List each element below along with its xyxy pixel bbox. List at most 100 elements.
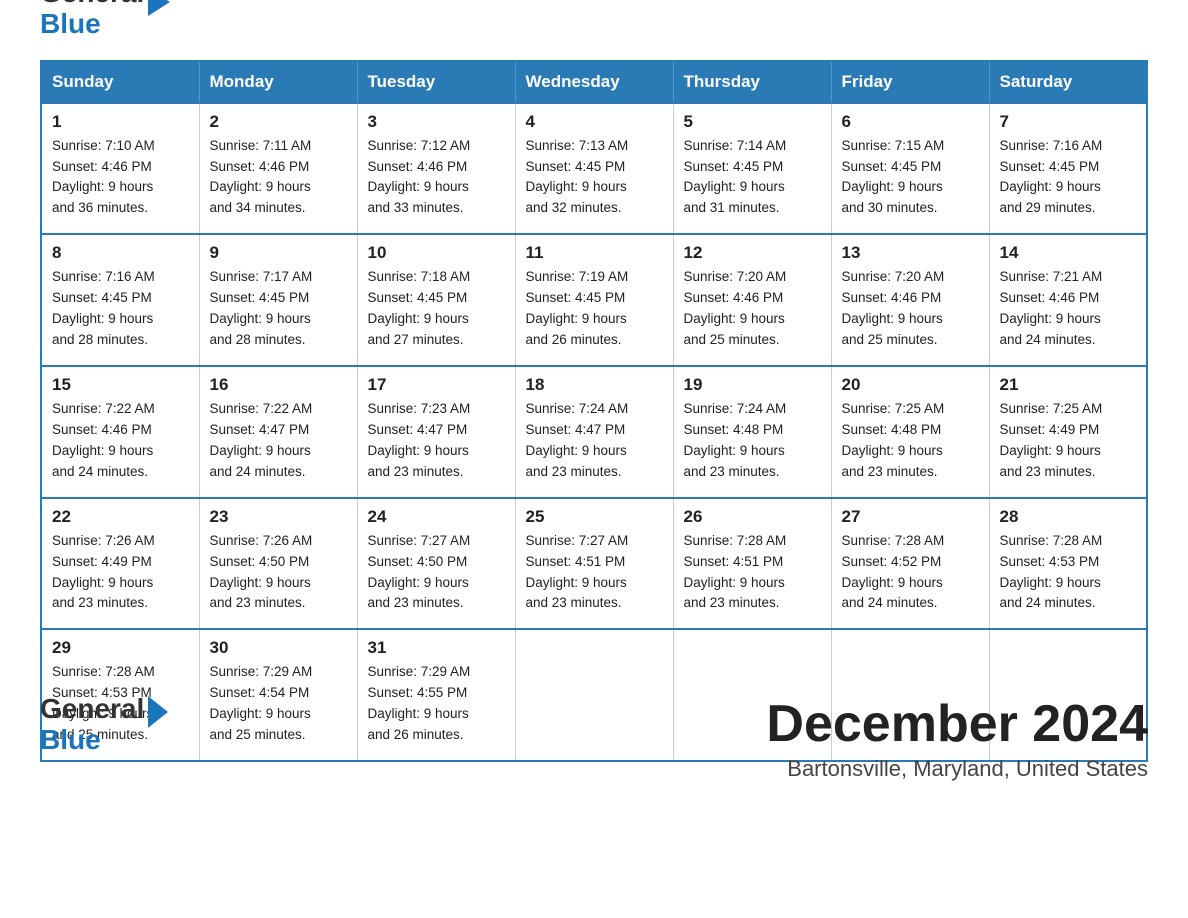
day-number: 14 (1000, 243, 1137, 263)
logo-flag-icon (148, 0, 170, 16)
day-info: Sunrise: 7:18 AMSunset: 4:45 PMDaylight:… (368, 267, 505, 351)
day-number: 25 (526, 507, 663, 527)
day-info: Sunrise: 7:26 AMSunset: 4:50 PMDaylight:… (210, 531, 347, 615)
day-info: Sunrise: 7:14 AMSunset: 4:45 PMDaylight:… (684, 136, 821, 220)
day-number: 12 (684, 243, 821, 263)
day-info: Sunrise: 7:21 AMSunset: 4:46 PMDaylight:… (1000, 267, 1137, 351)
day-info: Sunrise: 7:16 AMSunset: 4:45 PMDaylight:… (1000, 136, 1137, 220)
day-info: Sunrise: 7:13 AMSunset: 4:45 PMDaylight:… (526, 136, 663, 220)
day-info: Sunrise: 7:27 AMSunset: 4:51 PMDaylight:… (526, 531, 663, 615)
calendar-cell: 1 Sunrise: 7:10 AMSunset: 4:46 PMDayligh… (41, 103, 199, 235)
day-number: 1 (52, 112, 189, 132)
day-number: 24 (368, 507, 505, 527)
calendar-cell: 25 Sunrise: 7:27 AMSunset: 4:51 PMDaylig… (515, 498, 673, 630)
day-number: 6 (842, 112, 979, 132)
weekday-header-sunday: Sunday (41, 61, 199, 103)
calendar-cell: 3 Sunrise: 7:12 AMSunset: 4:46 PMDayligh… (357, 103, 515, 235)
day-number: 4 (526, 112, 663, 132)
calendar-cell: 9 Sunrise: 7:17 AMSunset: 4:45 PMDayligh… (199, 234, 357, 366)
calendar-cell: 11 Sunrise: 7:19 AMSunset: 4:45 PMDaylig… (515, 234, 673, 366)
calendar-cell: 2 Sunrise: 7:11 AMSunset: 4:46 PMDayligh… (199, 103, 357, 235)
day-info: Sunrise: 7:20 AMSunset: 4:46 PMDaylight:… (684, 267, 821, 351)
day-number: 11 (526, 243, 663, 263)
calendar-cell: 15 Sunrise: 7:22 AMSunset: 4:46 PMDaylig… (41, 366, 199, 498)
day-number: 26 (684, 507, 821, 527)
logo-blue: Blue (40, 725, 144, 756)
calendar-cell: 23 Sunrise: 7:26 AMSunset: 4:50 PMDaylig… (199, 498, 357, 630)
calendar-cell: 13 Sunrise: 7:20 AMSunset: 4:46 PMDaylig… (831, 234, 989, 366)
day-number: 17 (368, 375, 505, 395)
calendar-cell: 19 Sunrise: 7:24 AMSunset: 4:48 PMDaylig… (673, 366, 831, 498)
calendar-cell: 28 Sunrise: 7:28 AMSunset: 4:53 PMDaylig… (989, 498, 1147, 630)
day-info: Sunrise: 7:28 AMSunset: 4:53 PMDaylight:… (1000, 531, 1137, 615)
calendar-cell: 24 Sunrise: 7:27 AMSunset: 4:50 PMDaylig… (357, 498, 515, 630)
calendar-cell: 21 Sunrise: 7:25 AMSunset: 4:49 PMDaylig… (989, 366, 1147, 498)
day-info: Sunrise: 7:23 AMSunset: 4:47 PMDaylight:… (368, 399, 505, 483)
day-number: 22 (52, 507, 189, 527)
day-number: 13 (842, 243, 979, 263)
day-info: Sunrise: 7:17 AMSunset: 4:45 PMDaylight:… (210, 267, 347, 351)
day-info: Sunrise: 7:27 AMSunset: 4:50 PMDaylight:… (368, 531, 505, 615)
day-info: Sunrise: 7:10 AMSunset: 4:46 PMDaylight:… (52, 136, 189, 220)
calendar-cell: 12 Sunrise: 7:20 AMSunset: 4:46 PMDaylig… (673, 234, 831, 366)
day-info: Sunrise: 7:28 AMSunset: 4:51 PMDaylight:… (684, 531, 821, 615)
day-number: 3 (368, 112, 505, 132)
calendar-cell: 22 Sunrise: 7:26 AMSunset: 4:49 PMDaylig… (41, 498, 199, 630)
day-number: 19 (684, 375, 821, 395)
day-info: Sunrise: 7:22 AMSunset: 4:47 PMDaylight:… (210, 399, 347, 483)
day-number: 30 (210, 638, 347, 658)
calendar-table: SundayMondayTuesdayWednesdayThursdayFrid… (40, 60, 1148, 762)
day-number: 7 (1000, 112, 1137, 132)
calendar-cell: 10 Sunrise: 7:18 AMSunset: 4:45 PMDaylig… (357, 234, 515, 366)
day-number: 23 (210, 507, 347, 527)
day-info: Sunrise: 7:12 AMSunset: 4:46 PMDaylight:… (368, 136, 505, 220)
day-number: 15 (52, 375, 189, 395)
day-number: 18 (526, 375, 663, 395)
logo-general: General (40, 694, 144, 725)
day-number: 9 (210, 243, 347, 263)
day-number: 28 (1000, 507, 1137, 527)
day-number: 2 (210, 112, 347, 132)
day-info: Sunrise: 7:25 AMSunset: 4:49 PMDaylight:… (1000, 399, 1137, 483)
logo-arrow-icon (148, 696, 168, 728)
calendar-cell: 17 Sunrise: 7:23 AMSunset: 4:47 PMDaylig… (357, 366, 515, 498)
calendar-header-row: SundayMondayTuesdayWednesdayThursdayFrid… (41, 61, 1147, 103)
calendar-cell: 14 Sunrise: 7:21 AMSunset: 4:46 PMDaylig… (989, 234, 1147, 366)
weekday-header-monday: Monday (199, 61, 357, 103)
calendar-week-row: 15 Sunrise: 7:22 AMSunset: 4:46 PMDaylig… (41, 366, 1147, 498)
weekday-header-friday: Friday (831, 61, 989, 103)
header-row: General Blue December 2024 Bartonsville,… (40, 694, 1148, 782)
calendar-cell: 27 Sunrise: 7:28 AMSunset: 4:52 PMDaylig… (831, 498, 989, 630)
calendar-cell: 20 Sunrise: 7:25 AMSunset: 4:48 PMDaylig… (831, 366, 989, 498)
day-info: Sunrise: 7:22 AMSunset: 4:46 PMDaylight:… (52, 399, 189, 483)
day-number: 27 (842, 507, 979, 527)
weekday-header-tuesday: Tuesday (357, 61, 515, 103)
logo-text-block: General Blue (40, 694, 144, 756)
day-info: Sunrise: 7:20 AMSunset: 4:46 PMDaylight:… (842, 267, 979, 351)
calendar-cell: 4 Sunrise: 7:13 AMSunset: 4:45 PMDayligh… (515, 103, 673, 235)
logo-container: General Blue (40, 694, 168, 756)
title-block: December 2024 Bartonsville, Maryland, Un… (766, 694, 1148, 782)
day-info: Sunrise: 7:26 AMSunset: 4:49 PMDaylight:… (52, 531, 189, 615)
calendar-cell: 6 Sunrise: 7:15 AMSunset: 4:45 PMDayligh… (831, 103, 989, 235)
calendar-cell: 18 Sunrise: 7:24 AMSunset: 4:47 PMDaylig… (515, 366, 673, 498)
day-number: 29 (52, 638, 189, 658)
day-number: 31 (368, 638, 505, 658)
logo-blue-text: Blue (40, 9, 144, 40)
day-info: Sunrise: 7:16 AMSunset: 4:45 PMDaylight:… (52, 267, 189, 351)
day-number: 5 (684, 112, 821, 132)
day-info: Sunrise: 7:25 AMSunset: 4:48 PMDaylight:… (842, 399, 979, 483)
calendar-cell: 8 Sunrise: 7:16 AMSunset: 4:45 PMDayligh… (41, 234, 199, 366)
calendar-week-row: 22 Sunrise: 7:26 AMSunset: 4:49 PMDaylig… (41, 498, 1147, 630)
calendar-week-row: 1 Sunrise: 7:10 AMSunset: 4:46 PMDayligh… (41, 103, 1147, 235)
calendar-cell: 16 Sunrise: 7:22 AMSunset: 4:47 PMDaylig… (199, 366, 357, 498)
weekday-header-thursday: Thursday (673, 61, 831, 103)
day-info: Sunrise: 7:24 AMSunset: 4:48 PMDaylight:… (684, 399, 821, 483)
weekday-header-wednesday: Wednesday (515, 61, 673, 103)
day-number: 10 (368, 243, 505, 263)
day-info: Sunrise: 7:15 AMSunset: 4:45 PMDaylight:… (842, 136, 979, 220)
calendar-cell: 7 Sunrise: 7:16 AMSunset: 4:45 PMDayligh… (989, 103, 1147, 235)
day-number: 16 (210, 375, 347, 395)
calendar-week-row: 8 Sunrise: 7:16 AMSunset: 4:45 PMDayligh… (41, 234, 1147, 366)
weekday-header-saturday: Saturday (989, 61, 1147, 103)
